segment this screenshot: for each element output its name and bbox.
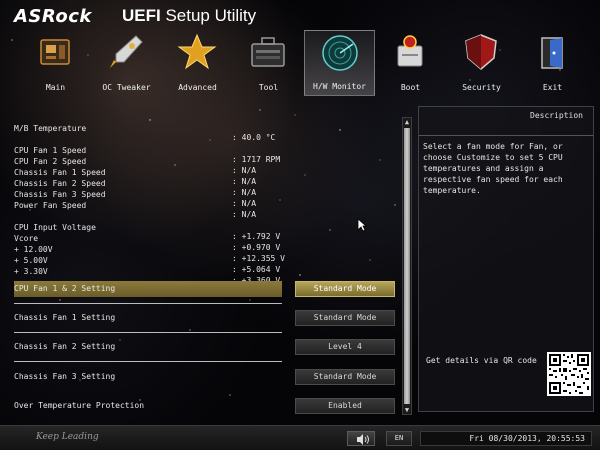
rail-3v3-label: + 3.30V <box>14 267 48 276</box>
language-button[interactable]: EN <box>386 431 412 446</box>
shield-icon <box>465 34 497 70</box>
tab-main-label: Main <box>45 83 66 92</box>
tab-boot-label: Boot <box>400 83 421 92</box>
chassis-fan-3-setting-row[interactable]: Chassis Fan 3 Setting <box>14 369 282 385</box>
uefi-title: UEFI Setup Utility <box>122 6 256 26</box>
footer-bar: Keep Leading EN Fri 08/30/2013, 20:55:53 <box>0 425 600 450</box>
chassis-fan-1-speed-row: Chassis Fan 1 Speed : N/A <box>14 159 304 186</box>
chassis-fan-3-setting-button[interactable]: Standard Mode <box>295 369 395 385</box>
tab-advanced-label: Advanced <box>178 83 217 92</box>
cpu-fan-setting-button[interactable]: Standard Mode <box>295 281 395 297</box>
tab-hw-monitor-label: H/W Monitor <box>313 82 366 91</box>
tab-boot[interactable]: Boot <box>375 30 446 96</box>
sound-button[interactable] <box>347 431 375 446</box>
qr-code-label: Get details via QR code <box>426 356 537 365</box>
asrock-logo: ASRock <box>14 6 92 27</box>
rail-5v-row: + 5.00V : +5.064 V <box>14 247 304 274</box>
chassis-fan-2-setting-label: Chassis Fan 2 Setting <box>14 342 116 351</box>
slogan: Keep Leading <box>36 432 99 442</box>
tab-security-label: Security <box>462 83 501 92</box>
chassis-fan-2-speed-row: Chassis Fan 2 Speed : N/A <box>14 170 304 197</box>
tab-oc-tweaker[interactable]: OC Tweaker <box>91 30 162 96</box>
divider <box>14 332 282 333</box>
star-icon <box>177 33 217 70</box>
header: ASRock UEFI Setup Utility Main OC Tweake… <box>0 0 600 100</box>
rail-12v-row: + 12.00V : +12.355 V <box>14 236 304 263</box>
cpu-fan-2-speed-row: CPU Fan 2 Speed : N/A <box>14 148 304 175</box>
cpu-input-voltage-row: CPU Input Voltage : +1.792 V <box>14 214 304 241</box>
description-title: Description <box>530 111 583 120</box>
chassis-fan-2-setting-row[interactable]: Chassis Fan 2 Setting <box>14 339 282 355</box>
qr-code <box>547 352 591 396</box>
power-fan-speed-row: Power Fan Speed : N/A <box>14 192 304 219</box>
divider <box>14 361 282 362</box>
scroll-up-arrow-icon[interactable]: ▲ <box>403 118 411 126</box>
chassis-fan-1-setting-button[interactable]: Standard Mode <box>295 310 395 326</box>
tab-tool-label: Tool <box>258 83 279 92</box>
toolbox-icon <box>251 37 285 67</box>
exit-door-icon <box>541 37 563 69</box>
tab-exit[interactable]: Exit <box>517 30 588 96</box>
tab-advanced[interactable]: Advanced <box>162 30 233 96</box>
scroll-thumb[interactable] <box>404 128 410 404</box>
tab-main[interactable]: Main <box>20 30 91 96</box>
cpu-fan-setting-row[interactable]: CPU Fan 1 & 2 Setting <box>14 281 282 297</box>
rail-3v3-row: + 3.30V : +3.360 V <box>14 258 304 285</box>
description-divider <box>419 135 593 136</box>
scroll-down-arrow-icon[interactable]: ▼ <box>403 406 411 414</box>
vcore-row: Vcore : +0.970 V <box>14 225 304 252</box>
description-panel: Description Select a fan mode for Fan, o… <box>418 106 594 412</box>
chassis-fan-3-speed-row: Chassis Fan 3 Speed : N/A <box>14 181 304 208</box>
mouse-cursor-icon <box>357 218 367 232</box>
speaker-icon <box>357 434 369 445</box>
tab-exit-label: Exit <box>542 83 563 92</box>
divider <box>14 303 282 304</box>
description-text: Select a fan mode for Fan, or choose Cus… <box>423 142 563 195</box>
over-temp-protection-row[interactable]: Over Temperature Protection <box>14 398 282 414</box>
motherboard-icon <box>40 39 70 65</box>
over-temp-protection-label: Over Temperature Protection <box>14 401 145 410</box>
over-temp-protection-button[interactable]: Enabled <box>295 398 395 414</box>
main-tab-bar: Main OC Tweaker Advanced Tool H/W Monito… <box>20 30 590 96</box>
mb-temperature-label: M/B Temperature <box>14 124 87 133</box>
radar-icon <box>322 35 358 71</box>
tab-hw-monitor[interactable]: H/W Monitor <box>304 30 375 96</box>
date-time-display: Fri 08/30/2013, 20:55:53 <box>420 431 592 446</box>
chassis-fan-2-setting-button[interactable]: Level 4 <box>295 339 395 355</box>
uefi-title-bold: UEFI <box>122 6 161 25</box>
tab-tool[interactable]: Tool <box>233 30 304 96</box>
tab-oc-tweaker-label: OC Tweaker <box>102 83 151 92</box>
power-fan-speed-label: Power Fan Speed <box>14 201 87 210</box>
rocket-icon <box>110 35 143 68</box>
hw-monitor-panel: M/B Temperature : 40.0 °C CPU Fan 1 Spee… <box>14 104 400 422</box>
mb-temperature-row: M/B Temperature : 40.0 °C <box>14 115 304 142</box>
chassis-fan-3-setting-label: Chassis Fan 3 Setting <box>14 372 116 381</box>
cpu-fan-1-speed-row: CPU Fan 1 Speed : 1717 RPM <box>14 137 304 164</box>
chassis-fan-1-setting-label: Chassis Fan 1 Setting <box>14 313 116 322</box>
chassis-fan-1-setting-row[interactable]: Chassis Fan 1 Setting <box>14 310 282 326</box>
scrollbar[interactable]: ▲ ▼ <box>402 117 412 415</box>
cpu-fan-setting-label: CPU Fan 1 & 2 Setting <box>14 284 116 293</box>
boot-icon <box>397 35 423 67</box>
tab-security[interactable]: Security <box>446 30 517 96</box>
uefi-title-rest: Setup Utility <box>160 6 257 25</box>
